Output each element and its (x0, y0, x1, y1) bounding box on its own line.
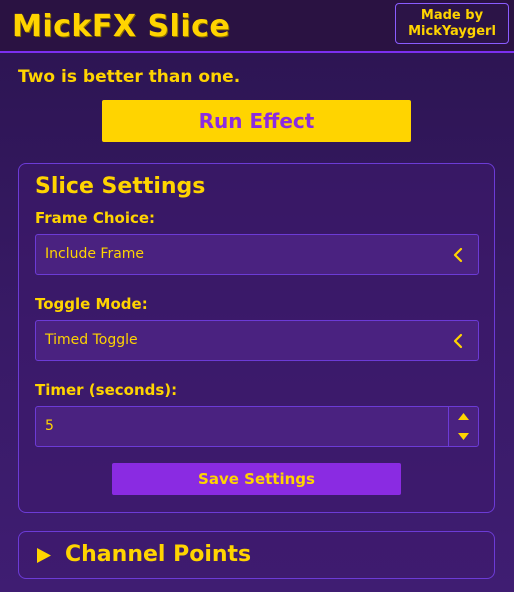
chevron-left-icon (453, 247, 463, 263)
credit-line-1: Made by (420, 8, 484, 23)
slice-settings-panel: Slice Settings Frame Choice: Include Fra… (18, 163, 495, 513)
slice-settings-title: Slice Settings (35, 174, 206, 199)
credit-badge: Made by MickYaygerl (395, 3, 509, 44)
timer-value: 5 (45, 418, 54, 434)
triangle-right-icon (37, 548, 51, 563)
channel-points-toggle[interactable]: Channel Points (18, 531, 495, 579)
arrow-up-icon (458, 413, 469, 420)
chevron-left-icon (453, 333, 463, 349)
app-title: MickFX Slice (12, 9, 231, 44)
arrow-down-icon (458, 433, 469, 440)
frame-choice-label: Frame Choice: (35, 209, 156, 227)
timer-decrement-button[interactable] (449, 427, 478, 446)
frame-choice-value: Include Frame (45, 246, 145, 262)
tagline: Two is better than one. (18, 67, 241, 87)
channel-points-label: Channel Points (65, 542, 252, 567)
run-effect-button[interactable]: Run Effect (102, 100, 411, 142)
app-header: MickFX Slice Made by MickYaygerl (0, 0, 514, 53)
timer-increment-button[interactable] (449, 407, 478, 426)
save-settings-button[interactable]: Save Settings (112, 463, 401, 495)
toggle-mode-select[interactable]: Timed Toggle (35, 320, 479, 361)
timer-input[interactable]: 5 (35, 406, 479, 447)
timer-stepper (448, 407, 478, 446)
toggle-mode-label: Toggle Mode: (35, 295, 148, 313)
toggle-mode-value: Timed Toggle (45, 332, 138, 348)
frame-choice-select[interactable]: Include Frame (35, 234, 479, 275)
timer-label: Timer (seconds): (35, 381, 178, 399)
credit-line-2: MickYaygerl (408, 24, 496, 39)
